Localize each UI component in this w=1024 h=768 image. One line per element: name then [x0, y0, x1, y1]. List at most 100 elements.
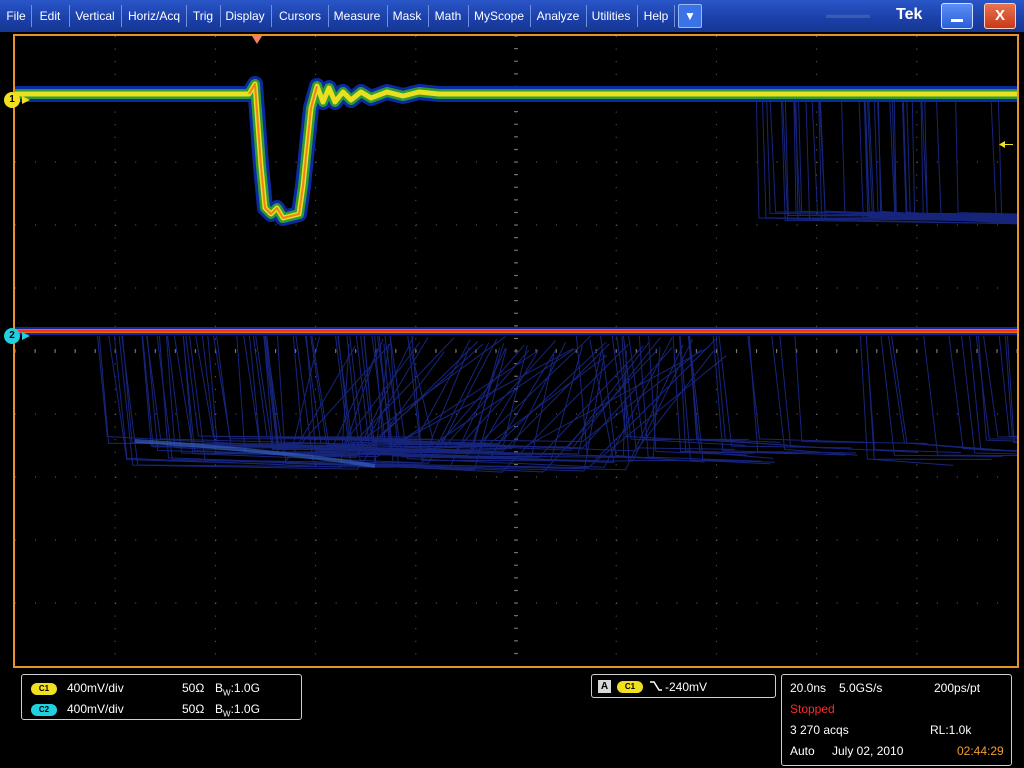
grid-dot — [816, 262, 818, 264]
acquisition-status[interactable]: Stopped — [790, 702, 835, 716]
grid-dot — [175, 161, 177, 163]
menu-dropdown-button[interactable]: ▼ — [678, 4, 702, 28]
grid-dot — [715, 577, 717, 579]
channel-2-badge[interactable]: C2 — [31, 704, 57, 716]
grid-dot — [135, 476, 137, 478]
grid-dot — [916, 48, 918, 50]
grid-dot — [816, 36, 818, 37]
grid-dot — [715, 149, 717, 151]
grid-dot — [214, 514, 216, 516]
persistence-trace — [771, 335, 858, 456]
grid-dot — [214, 212, 216, 214]
menu-utilities[interactable]: Utilities — [588, 0, 634, 32]
grid-dot — [35, 161, 37, 163]
channel-settings-panel[interactable]: C1 400mV/div 50Ω BW:1.0G C2 400mV/div 50… — [21, 674, 302, 720]
channel-2-marker[interactable]: 2 — [4, 328, 20, 344]
persistence-trace — [779, 335, 917, 453]
sample-rate[interactable]: 5.0GS/s — [839, 681, 882, 695]
grid-dot — [315, 640, 317, 642]
grid-tick — [514, 375, 518, 377]
menu-myscope[interactable]: MyScope — [470, 0, 528, 32]
grid-tick — [495, 349, 497, 353]
menu-cursors[interactable]: Cursors — [274, 0, 326, 32]
grid-dot — [615, 212, 617, 214]
resolution: 200ps/pt — [934, 681, 981, 695]
trigger-level: -240mV — [665, 680, 708, 694]
grid-dot — [355, 602, 357, 604]
trigger-position-icon[interactable] — [252, 36, 262, 44]
trigger-level-arrow-icon[interactable] — [999, 135, 1013, 148]
waveform-display[interactable]: 1 2 — [4, 34, 1019, 668]
grid-dot — [716, 476, 718, 478]
menu-horiz-acq[interactable]: Horiz/Acq — [124, 0, 184, 32]
grid-dot — [615, 640, 617, 642]
grid-dot — [275, 539, 277, 541]
falling-edge-icon — [649, 679, 663, 698]
trigger-settings-panel[interactable]: A C1 -240mV — [591, 674, 776, 698]
grid-dot — [615, 464, 617, 466]
close-button[interactable]: X — [984, 3, 1016, 29]
grid-dot — [55, 602, 57, 604]
grid-tick — [514, 640, 518, 642]
grid-dot — [114, 514, 116, 516]
grid-dot — [395, 476, 397, 478]
menu-measure[interactable]: Measure — [330, 0, 384, 32]
grid-dot — [415, 199, 417, 201]
grid-dot — [816, 48, 818, 50]
trigger-mode[interactable]: Auto — [790, 744, 815, 758]
grid-tick — [514, 526, 518, 528]
channel-2-scale[interactable]: 400mV/div — [67, 702, 124, 716]
grid-dot — [656, 161, 658, 163]
grid-dot — [916, 502, 918, 504]
menu-math[interactable]: Math — [430, 0, 466, 32]
persistence-trace — [866, 97, 1017, 224]
grid-dot — [475, 413, 477, 415]
grid-dot — [395, 539, 397, 541]
grid-dot — [214, 653, 216, 655]
grid-tick — [514, 463, 518, 465]
grid-dot — [636, 224, 638, 226]
menu-edit[interactable]: Edit — [33, 0, 67, 32]
grid-dot — [896, 224, 898, 226]
menu-file[interactable]: File — [3, 0, 29, 32]
minimize-button[interactable] — [941, 3, 973, 29]
grid-dot — [656, 224, 658, 226]
menu-analyze[interactable]: Analyze — [532, 0, 584, 32]
grid-dot — [556, 161, 558, 163]
record-length[interactable]: RL:1.0k — [930, 723, 971, 737]
grid-dot — [95, 413, 97, 415]
grid-dot — [135, 287, 137, 289]
timebase[interactable]: 20.0ns — [790, 681, 826, 695]
grid-dot — [856, 287, 858, 289]
menu-help[interactable]: Help — [640, 0, 672, 32]
grid-dot — [214, 36, 216, 37]
grid-dot — [195, 287, 197, 289]
grid-tick — [695, 349, 697, 353]
grid-dot — [415, 187, 417, 189]
grid-dot — [415, 426, 417, 428]
grid-dot — [836, 161, 838, 163]
grid-dot — [214, 313, 216, 315]
channel-1-badge[interactable]: C1 — [31, 683, 57, 695]
channel-1-scale[interactable]: 400mV/div — [67, 681, 124, 695]
grid-dot — [556, 539, 558, 541]
menu-mask[interactable]: Mask — [389, 0, 425, 32]
grid-dot — [816, 577, 818, 579]
grid-dot — [536, 161, 538, 163]
grid-dot — [155, 539, 157, 541]
grid-dot — [155, 287, 157, 289]
grid-tick — [514, 161, 518, 163]
grid-dot — [375, 161, 377, 163]
menu-vertical[interactable]: Vertical — [71, 0, 119, 32]
grid-dot — [114, 527, 116, 529]
grid-dot — [315, 539, 317, 541]
grid-dot — [715, 325, 717, 327]
grid-dot — [615, 502, 617, 504]
menu-trig[interactable]: Trig — [188, 0, 218, 32]
grid-dot — [856, 539, 858, 541]
menu-display[interactable]: Display — [222, 0, 268, 32]
acquisition-panel[interactable]: 20.0ns 5.0GS/s 200ps/pt Stopped 3 270 ac… — [781, 674, 1012, 766]
channel-1-marker[interactable]: 1 — [4, 92, 20, 108]
grid-dot — [916, 149, 918, 151]
grid-dot — [355, 476, 357, 478]
